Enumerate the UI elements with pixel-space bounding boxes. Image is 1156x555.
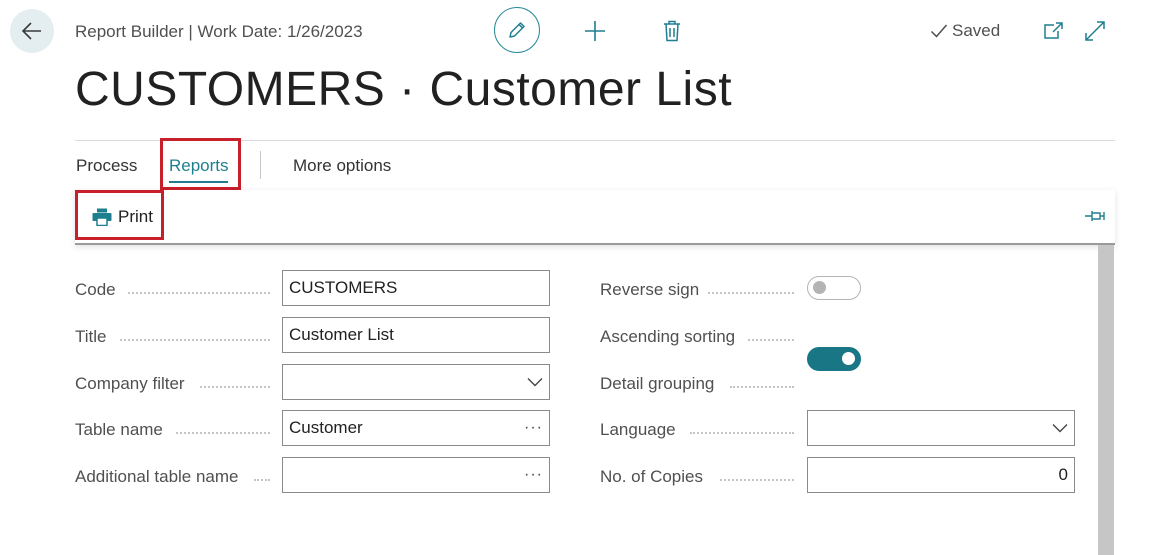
- additional-table-name-label: Additional table name: [75, 467, 239, 486]
- chevron-down-icon[interactable]: [1052, 423, 1068, 433]
- saved-label: Saved: [952, 21, 1001, 40]
- pin-action-bar-button[interactable]: [1084, 206, 1106, 226]
- open-in-new-icon: [1044, 22, 1063, 39]
- no-of-copies-field[interactable]: 0: [807, 457, 1075, 493]
- printer-icon: [92, 208, 112, 226]
- reverse-sign-dots: [708, 292, 794, 294]
- table-name-value: Customer: [289, 418, 363, 437]
- company-filter-dots: [200, 386, 270, 388]
- detail-grouping-label: Detail grouping: [600, 374, 715, 393]
- detail-grouping-dots: [730, 386, 794, 388]
- trash-icon: [664, 20, 680, 42]
- open-new-window-button[interactable]: [1042, 20, 1064, 42]
- title-dots: [120, 339, 270, 341]
- no-of-copies-value: 0: [1058, 465, 1068, 484]
- title-label: Title: [75, 327, 107, 346]
- tab-reports[interactable]: Reports: [169, 156, 229, 176]
- ellipsis-lookup-icon[interactable]: ···: [524, 419, 543, 437]
- title-field[interactable]: Customer List: [282, 317, 550, 353]
- language-label: Language: [600, 420, 676, 439]
- reverse-sign-toggle[interactable]: [807, 276, 861, 300]
- table-name-field[interactable]: Customer ···: [282, 410, 550, 446]
- print-button[interactable]: Print: [92, 207, 153, 227]
- page-title: CUSTOMERS · Customer List: [75, 63, 733, 116]
- code-label: Code: [75, 280, 116, 299]
- tab-process[interactable]: Process: [76, 156, 137, 176]
- table-name-label: Table name: [75, 420, 163, 439]
- print-label: Print: [118, 207, 153, 226]
- company-filter-select[interactable]: [282, 364, 550, 400]
- new-button[interactable]: [582, 18, 608, 44]
- back-button[interactable]: [10, 9, 54, 53]
- edit-button[interactable]: [494, 7, 540, 53]
- expand-icon: [1085, 21, 1105, 41]
- chevron-down-icon[interactable]: [527, 377, 543, 387]
- delete-button[interactable]: [661, 18, 683, 44]
- code-field[interactable]: CUSTOMERS: [282, 270, 550, 306]
- no-of-copies-label: No. of Copies: [600, 467, 703, 486]
- tab-separator: [260, 151, 261, 179]
- additional-table-name-dots: [254, 479, 270, 481]
- ascending-sorting-dots: [748, 339, 794, 341]
- breadcrumb: Report Builder | Work Date: 1/26/2023: [75, 22, 363, 41]
- reverse-sign-label: Reverse sign: [600, 280, 700, 299]
- ascending-sorting-toggle[interactable]: [807, 347, 861, 371]
- toggle-knob: [842, 352, 855, 365]
- expand-button[interactable]: [1083, 19, 1107, 43]
- code-value: CUSTOMERS: [289, 278, 398, 297]
- toggle-knob: [813, 281, 826, 294]
- tab-more-options[interactable]: More options: [293, 156, 391, 176]
- pencil-icon: [509, 22, 525, 38]
- language-select[interactable]: [807, 410, 1075, 446]
- no-of-copies-dots: [720, 479, 794, 481]
- additional-table-name-field[interactable]: ···: [282, 457, 550, 493]
- ascending-sorting-label: Ascending sorting: [600, 327, 736, 346]
- language-dots: [690, 432, 794, 434]
- scrollbar[interactable]: [1098, 245, 1114, 555]
- saved-status: Saved: [930, 21, 1000, 41]
- company-filter-label: Company filter: [75, 374, 185, 393]
- table-name-dots: [176, 432, 270, 434]
- title-value: Customer List: [289, 325, 394, 344]
- tab-reports-underline: [169, 181, 228, 183]
- arrow-left-icon: [21, 22, 41, 40]
- ellipsis-lookup-icon[interactable]: ···: [524, 466, 543, 484]
- action-bar: [75, 190, 1115, 245]
- checkmark-icon: [930, 24, 948, 38]
- plus-icon: [585, 21, 605, 41]
- code-dots: [128, 292, 270, 294]
- pin-icon: [1085, 211, 1105, 221]
